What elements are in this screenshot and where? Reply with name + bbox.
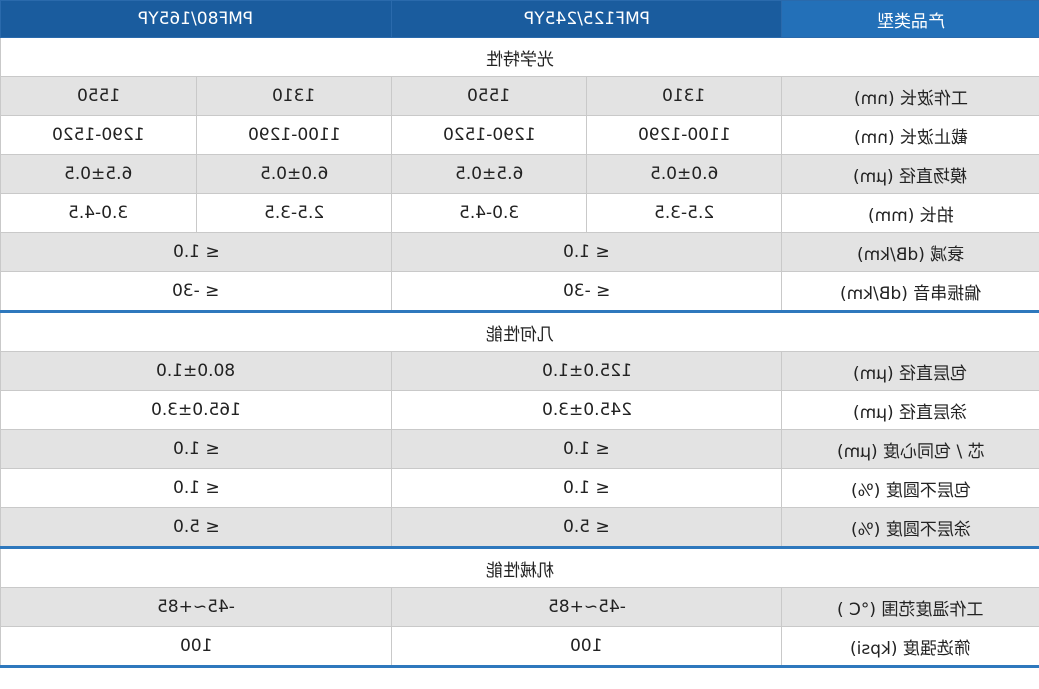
cell-value: 80.0±1.0 <box>0 351 393 391</box>
cell-value: 1310 <box>586 76 783 116</box>
cell-value: ≤ 5.0 <box>0 507 393 549</box>
row-label: 偏振串音 (dB/km) <box>781 271 1039 313</box>
row-mode-field-diameter: 6.5±0.5 6.0±0.5 6.5±0.5 6.0±0.5 模场直径 (μm… <box>0 154 1039 194</box>
cell-value: 100 <box>0 626 393 668</box>
cell-value: 3.0-4.5 <box>0 193 197 233</box>
row-operating-temperature: -45~+85 -45~+85 工作温度范围 (°C ) <box>0 587 1039 627</box>
cell-value: 1550 <box>391 76 588 116</box>
row-label: 截止波长 (nm) <box>781 115 1039 155</box>
cell-value: -45~+85 <box>0 587 393 627</box>
cell-value: 1310 <box>195 76 393 116</box>
row-label: 工作温度范围 (°C ) <box>781 587 1039 627</box>
cell-value: 6.5±0.5 <box>0 154 197 194</box>
header-pmf125: PMF125/245YP <box>391 0 783 38</box>
cell-value: 125.0±1.0 <box>391 351 783 391</box>
cell-value: ≤ -30 <box>0 271 393 313</box>
cell-value: 6.5±0.5 <box>391 154 588 194</box>
cell-value: 2.5-3.5 <box>586 193 783 233</box>
row-coating-diameter: 165.0±3.0 245.0±3.0 涂层直径 (μm) <box>0 390 1039 430</box>
cell-value: ≤ 1.0 <box>391 468 783 508</box>
row-label: 芯 / 包同心度 (μm) <box>781 429 1039 469</box>
row-cladding-diameter: 80.0±1.0 125.0±1.0 包层直径 (μm) <box>0 351 1039 391</box>
section-geometric-title: 几何性能 <box>0 311 1039 352</box>
cell-value: ≤ 1.0 <box>391 429 783 469</box>
cell-value: 245.0±3.0 <box>391 390 783 430</box>
row-core-cladding-concentricity: ≤ 1.0 ≤ 1.0 芯 / 包同心度 (μm) <box>0 429 1039 469</box>
cell-value: 1290-1520 <box>391 115 588 155</box>
row-label: 涂层不圆度 (%) <box>781 507 1039 549</box>
row-cutoff-wavelength: 1290-1520 1100-1290 1290-1520 1100-1290 … <box>0 115 1039 155</box>
header-pmf80: PMF80/165YP <box>0 0 393 38</box>
cell-value: ≤ 1.0 <box>391 232 783 272</box>
cell-value: ≤ 1.0 <box>0 429 393 469</box>
cell-value: ≤ 1.0 <box>0 232 393 272</box>
row-label: 筛选强度 (kpsi) <box>781 626 1039 668</box>
row-label: 拍长 (mm) <box>781 193 1039 233</box>
cell-value: 6.0±0.5 <box>195 154 393 194</box>
row-coating-noncircularity: ≤ 5.0 ≤ 5.0 涂层不圆度 (%) <box>0 507 1039 549</box>
header-product-type: 产品类型 <box>781 0 1039 38</box>
row-beat-length: 3.0-4.5 2.5-3.5 3.0-4.5 2.5-3.5 拍长 (mm) <box>0 193 1039 233</box>
row-label: 包层直径 (μm) <box>781 351 1039 391</box>
cell-value: 2.5-3.5 <box>195 193 393 233</box>
row-operating-wavelength: 1550 1310 1550 1310 工作波长 (nm) <box>0 76 1039 116</box>
cell-value: -45~+85 <box>391 587 783 627</box>
row-label: 涂层直径 (μm) <box>781 390 1039 430</box>
section-optical-row: 光学特性 <box>0 37 1039 77</box>
section-mechanical-row: 机械性能 <box>0 547 1039 588</box>
cell-value: ≤ -30 <box>391 271 783 313</box>
cell-value: ≤ 1.0 <box>0 468 393 508</box>
row-label: 工作波长 (nm) <box>781 76 1039 116</box>
row-label: 衰减 (dB/km) <box>781 232 1039 272</box>
cell-value: 1290-1520 <box>0 115 197 155</box>
cell-value: 1100-1290 <box>586 115 783 155</box>
cell-value: ≤ 5.0 <box>391 507 783 549</box>
spec-table: PMF80/165YP PMF125/245YP 产品类型 光学特性 1550 … <box>0 0 1039 668</box>
cell-value: 3.0-4.5 <box>391 193 588 233</box>
section-mechanical-title: 机械性能 <box>0 547 1039 588</box>
row-label: 模场直径 (μm) <box>781 154 1039 194</box>
section-optical-title: 光学特性 <box>0 37 1039 77</box>
row-polarization-crosstalk: ≤ -30 ≤ -30 偏振串音 (dB/km) <box>0 271 1039 313</box>
cell-value: 165.0±3.0 <box>0 390 393 430</box>
row-label: 包层不圆度 (%) <box>781 468 1039 508</box>
cell-value: 6.0±0.5 <box>586 154 783 194</box>
row-cladding-noncircularity: ≤ 1.0 ≤ 1.0 包层不圆度 (%) <box>0 468 1039 508</box>
cell-value: 1100-1290 <box>195 115 393 155</box>
section-geometric-row: 几何性能 <box>0 311 1039 352</box>
header-row: PMF80/165YP PMF125/245YP 产品类型 <box>0 0 1039 38</box>
row-proof-test: 100 100 筛选强度 (kpsi) <box>0 626 1039 668</box>
cell-value: 1550 <box>0 76 197 116</box>
row-attenuation: ≤ 1.0 ≤ 1.0 衰减 (dB/km) <box>0 232 1039 272</box>
cell-value: 100 <box>391 626 783 668</box>
